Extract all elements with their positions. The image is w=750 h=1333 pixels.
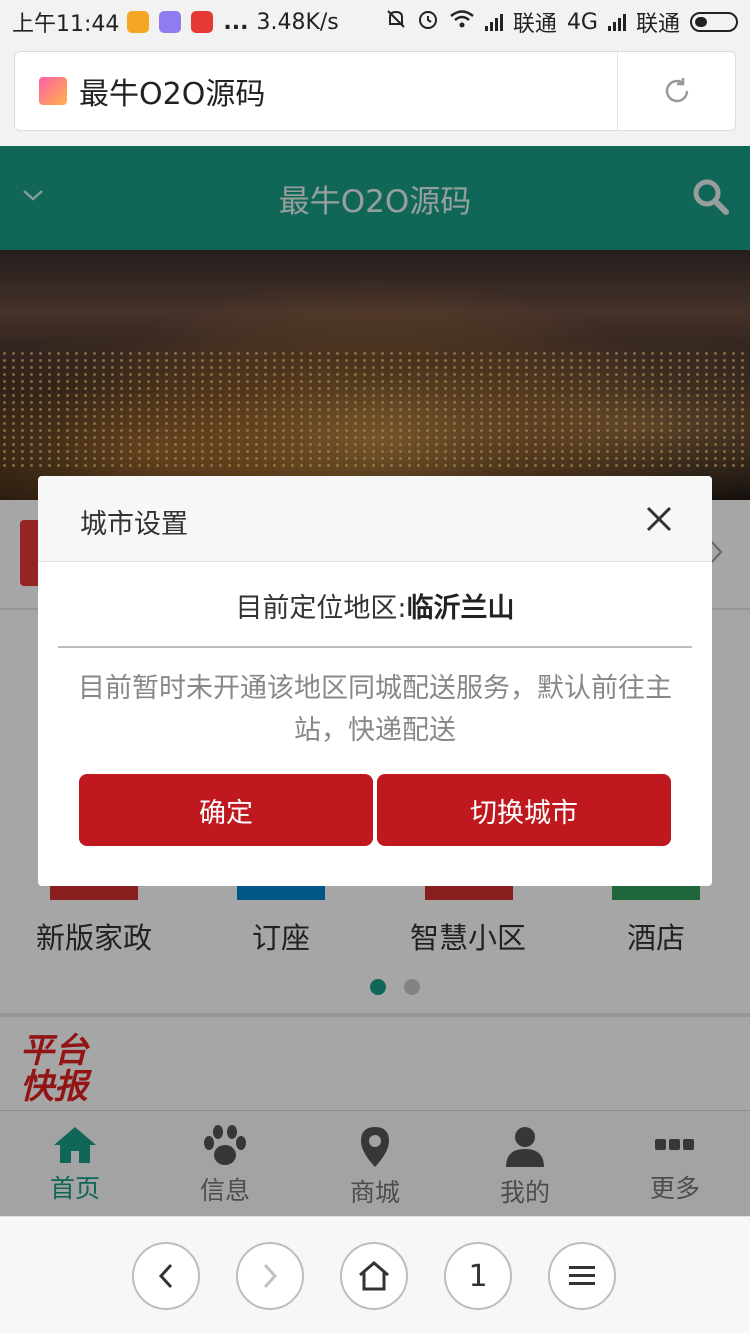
battery-icon [690,12,738,32]
mute-icon [385,8,407,36]
menu-button[interactable] [548,1242,616,1310]
chevron-left-icon [158,1263,173,1289]
close-button[interactable] [644,504,674,534]
reload-button[interactable] [617,52,735,130]
dialog-divider [58,646,692,648]
location-label: 目前定位地区: [235,593,407,624]
page-title: 最牛O2O源码 [79,77,266,112]
signal-icon [607,13,626,31]
city-settings-dialog: 城市设置 目前定位地区:临沂兰山 目前暂时未开通该地区同城配送服务，默认前往主站… [38,476,712,886]
home-outline-icon [359,1261,389,1291]
current-location: 目前定位地区:临沂兰山 [38,586,712,625]
app-notification-icon [159,11,182,33]
status-more: ... [223,9,249,35]
app-notification-icon [127,11,150,33]
dialog-message: 目前暂时未开通该地区同城配送服务，默认前往主站，快递配送 [78,673,672,746]
alarm-icon [417,8,439,36]
reload-icon [665,78,688,103]
status-time: 上午11:44 [12,12,120,37]
dialog-title: 城市设置 [80,509,188,540]
address-bar[interactable]: 最牛O2O源码 [14,51,736,131]
browser-bottom-nav: 1 [0,1216,750,1333]
network-type: 4G [566,9,598,35]
chevron-right-icon [263,1263,278,1289]
confirm-button[interactable]: 确定 [79,774,373,846]
close-icon [646,506,672,532]
forward-button[interactable] [236,1242,304,1310]
location-value: 临沂兰山 [406,593,515,624]
browser-toolbar: 最牛O2O源码 [0,44,750,146]
carrier-name: 联通 [635,12,680,37]
switch-city-button[interactable]: 切换城市 [377,774,671,846]
menu-icon [569,1266,595,1285]
app-notification-icon [191,11,214,33]
carrier-name: 联通 [512,12,557,37]
back-button[interactable] [132,1242,200,1310]
signal-icon [484,13,503,31]
status-bar: 上午11:44 ... 3.48K/s 联通 4G 联通 [0,0,750,44]
wifi-icon [449,9,475,35]
home-button[interactable] [340,1242,408,1310]
site-favicon-icon [39,77,67,105]
network-speed: 3.48K/s [256,9,339,35]
dialog-header: 城市设置 [38,476,712,562]
tabs-button[interactable]: 1 [444,1242,512,1310]
